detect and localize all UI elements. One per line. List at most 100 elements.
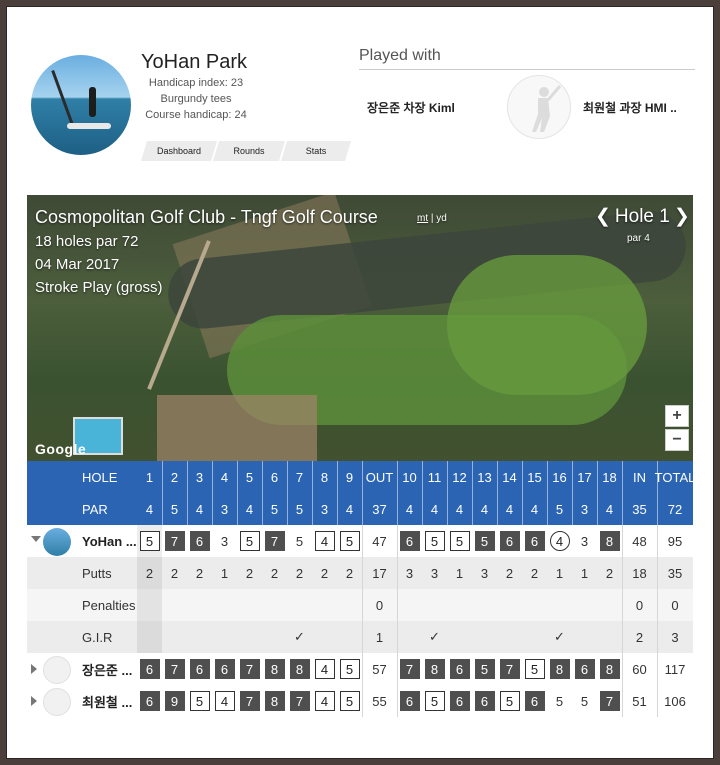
friend-name-1[interactable]: 장은준 차장 Kiml	[367, 99, 455, 116]
profile-avatar[interactable]	[31, 55, 131, 155]
zoom-in-button[interactable]: +	[665, 405, 689, 427]
unit-yd[interactable]: yd	[436, 213, 447, 224]
tab-dashboard[interactable]: Dashboard	[141, 141, 217, 161]
gir-cell: ✓	[422, 621, 447, 653]
score-dark-marker: 6	[214, 659, 235, 679]
unit-mt[interactable]: mt	[417, 213, 428, 224]
par-cell: 4	[187, 493, 212, 525]
friend1-score-cell: 117	[657, 653, 693, 685]
putts-value: 17	[372, 565, 387, 581]
putts-value: 2	[195, 565, 204, 581]
score-box-marker: 4	[314, 531, 335, 551]
profile-tabs: Dashboard Rounds Stats	[141, 141, 347, 161]
gir-cell	[137, 621, 162, 653]
score-dark-marker: 6	[474, 691, 495, 711]
score-box-marker: 5	[499, 691, 520, 711]
played-with-title: Played with	[359, 47, 441, 64]
friend2-score-cell: 5	[547, 685, 572, 717]
penalties-value: 0	[671, 597, 679, 613]
hole-number-value: 16	[552, 469, 567, 485]
penalties-cell	[497, 589, 522, 621]
score-dark-marker: 8	[549, 659, 570, 679]
play-mode: Stroke Play (gross)	[35, 279, 163, 296]
tab-stats[interactable]: Stats	[281, 141, 351, 161]
putts-cell: 2	[312, 557, 337, 589]
player-score-cell: 95	[657, 525, 693, 557]
gir-cell	[522, 621, 547, 653]
score-box-marker: 5	[239, 531, 260, 551]
friend1-score-cell: 6	[572, 653, 597, 685]
avatar-mast	[51, 69, 74, 126]
putts-cell: 3	[472, 557, 497, 589]
friend2-score-value: 55	[372, 693, 387, 709]
friend1-score-value: 117	[664, 661, 686, 677]
friend2-score-row[interactable]: 최원철 ... 6 9 5 4 7 8 7 4 5 55 6 5 6 6 5 6 5 5 7 51 106	[27, 685, 693, 717]
friend1-score-cell: 5	[337, 653, 362, 685]
collapse-arrow-icon[interactable]	[31, 536, 41, 542]
putts-cell: 2	[287, 557, 312, 589]
prev-hole-icon[interactable]: ❮	[595, 205, 611, 228]
hole-label-header: HOLE	[82, 469, 118, 485]
friend2-score-value: 5	[580, 693, 589, 709]
hole-number-cell: 2	[162, 461, 187, 493]
friend-name-2[interactable]: 최원철 과장 HMI ..	[583, 99, 677, 116]
player-score-cell: 5	[472, 525, 497, 557]
hole-number-value: 14	[502, 469, 517, 485]
friend-avatar-2[interactable]	[507, 75, 571, 139]
par-value: 35	[632, 501, 647, 517]
gir-cell	[572, 621, 597, 653]
expand-arrow-icon[interactable]	[31, 664, 37, 674]
putts-value: 2	[505, 565, 514, 581]
par-cell: 35	[622, 493, 657, 525]
friend2-score-cell: 5	[422, 685, 447, 717]
player-score-cell: 5	[137, 525, 162, 557]
penalties-value: 0	[635, 597, 644, 613]
course-map[interactable]: Cosmopolitan Golf Club - Tngf Golf Cours…	[27, 195, 693, 461]
putts-cell: 1	[572, 557, 597, 589]
hole-number-cell: TOTAL	[655, 461, 696, 493]
score-dark-marker: 6	[524, 691, 545, 711]
gir-cell: 2	[622, 621, 657, 653]
score-dark-marker: 6	[499, 531, 520, 551]
player-row-avatar	[43, 528, 71, 556]
par-value: 5	[555, 501, 564, 517]
next-hole-icon[interactable]: ❯	[674, 205, 690, 228]
putts-value: 3	[430, 565, 439, 581]
friend1-row-name: 장은준 ...	[82, 662, 133, 678]
player-score-row[interactable]: YoHan ... 5 7 6 3 5 7 5 4 5 47 6 5 5 5 6 6 4 3 8 48 95	[27, 525, 693, 557]
hole-number-cell: 7	[287, 461, 312, 493]
score-dark-marker: 6	[139, 691, 160, 711]
hole-number-value: 3	[195, 469, 204, 485]
par-value: 4	[530, 501, 539, 517]
putts-cell: 2	[162, 557, 187, 589]
par-cell: 4	[397, 493, 422, 525]
par-value: 4	[145, 501, 154, 517]
friend1-score-cell: 7	[237, 653, 262, 685]
gir-cell	[447, 621, 472, 653]
tab-rounds[interactable]: Rounds	[213, 141, 285, 161]
map-fairway-2	[447, 255, 647, 395]
par-cell: 5	[162, 493, 187, 525]
hole-number-value: 6	[270, 469, 279, 485]
zoom-out-button[interactable]: −	[665, 429, 689, 451]
unit-toggle[interactable]: mt | yd	[417, 213, 447, 224]
putts-value: 2	[345, 565, 354, 581]
gir-row: G.I.R ✓ 1 ✓ ✓ 2 3	[27, 621, 693, 653]
expand-arrow-icon[interactable]	[31, 696, 37, 706]
par-cell: 37	[362, 493, 397, 525]
score-box-marker: 4	[314, 659, 335, 679]
penalties-cell: 0	[362, 589, 397, 621]
handicap-index: Handicap index: 23	[148, 77, 244, 89]
friend1-score-row[interactable]: 장은준 ... 6 7 6 6 7 8 8 4 5 57 7 8 6 5 7 5 8 6 8 60 117	[27, 653, 693, 685]
friend1-score-cell: 6	[212, 653, 237, 685]
par-cell: 4	[237, 493, 262, 525]
friend1-score-cell: 60	[622, 653, 657, 685]
window-frame: YoHan Park Handicap index: 23 Burgundy t…	[6, 6, 714, 759]
friend2-score-cell: 7	[597, 685, 622, 717]
penalties-cell	[547, 589, 572, 621]
gir-cell	[337, 621, 362, 653]
friend1-score-cell: 7	[397, 653, 422, 685]
gir-cell	[162, 621, 187, 653]
putts-value: 2	[170, 565, 179, 581]
penalties-cell	[422, 589, 447, 621]
